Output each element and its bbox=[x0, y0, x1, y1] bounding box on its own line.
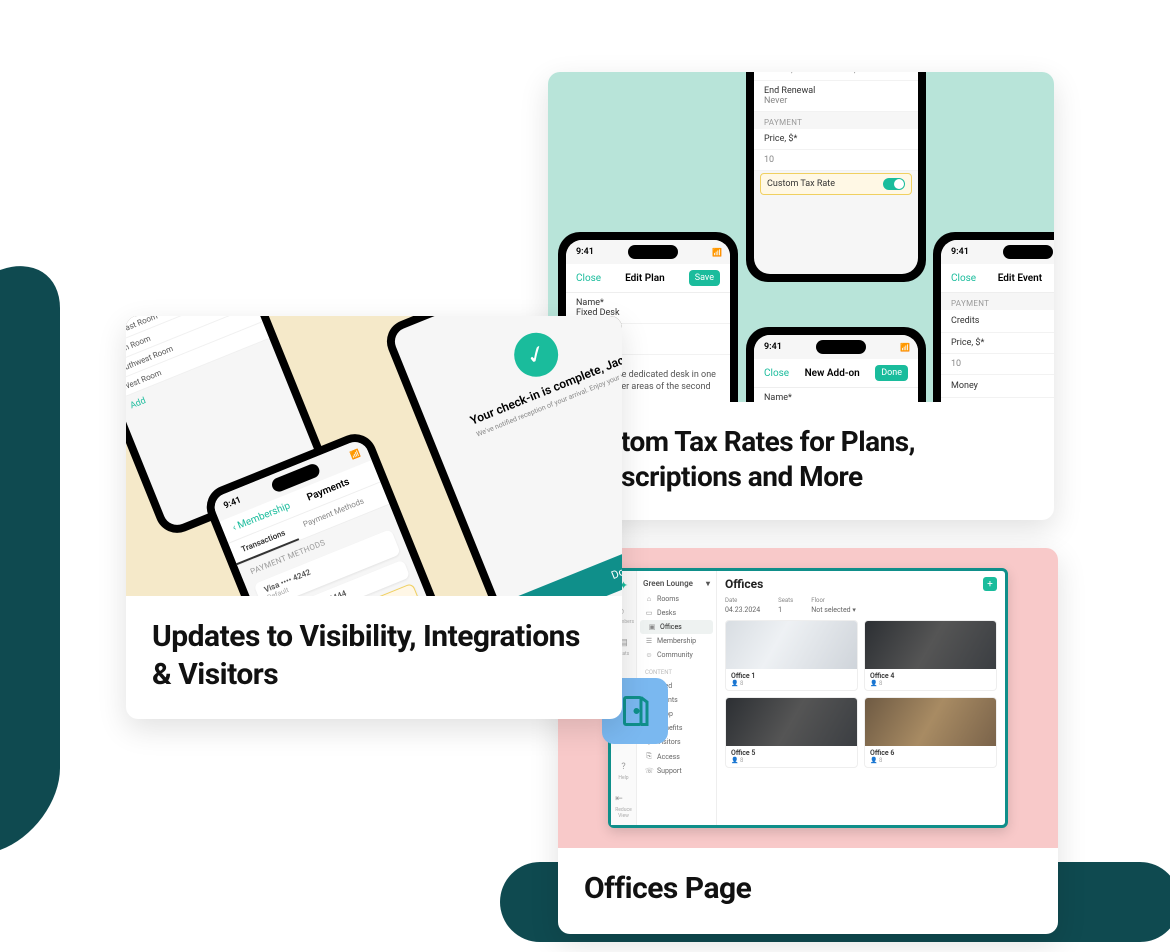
page-heading: Offices bbox=[725, 577, 997, 591]
date-filter[interactable]: 04.23.2024 bbox=[725, 606, 760, 614]
status-icons: 📶 bbox=[349, 449, 360, 460]
bg-shape bbox=[0, 248, 60, 872]
card-title: Updates to Visibility, Integrations & Vi… bbox=[126, 596, 622, 719]
notch-icon bbox=[628, 245, 678, 259]
nav-rooms[interactable]: ⌂Rooms bbox=[637, 592, 716, 606]
section: PAYMENT bbox=[941, 293, 1054, 310]
nav-desks[interactable]: ▭Desks bbox=[637, 606, 716, 620]
screen-title: New Add-on bbox=[805, 368, 860, 379]
dashboard-mock: ✦ ☺Members ▤Stats 🔔Notifications ?Help ⇤… bbox=[608, 568, 1008, 828]
card-preview: Current Period Feb 20, 2024 – Mar 19, 20… bbox=[548, 72, 1054, 402]
section: PAYMENT bbox=[754, 112, 918, 129]
value: 10 bbox=[764, 155, 908, 165]
label: Name* bbox=[764, 393, 908, 402]
card-title: Offices Page bbox=[558, 848, 1058, 934]
nav-support[interactable]: ☏Support bbox=[637, 764, 716, 778]
status-icons: 📶 bbox=[712, 248, 720, 257]
help-icon[interactable]: ? bbox=[616, 759, 632, 775]
status-icons: 📶 bbox=[900, 343, 908, 352]
workspace-selector[interactable]: Green Lounge▾ bbox=[637, 575, 716, 592]
close-button[interactable]: Close bbox=[576, 273, 601, 284]
label: End Renewal bbox=[764, 86, 908, 96]
nav-access[interactable]: ⎘Access bbox=[637, 749, 716, 764]
label: Custom Tax Rate bbox=[767, 179, 835, 189]
filters: Date04.23.2024 Seats1 FloorNot selected … bbox=[725, 597, 997, 614]
office-card[interactable]: Office 4👤 8 bbox=[864, 620, 997, 691]
card-offices-page[interactable]: ✦ ☺Members ▤Stats 🔔Notifications ?Help ⇤… bbox=[558, 548, 1058, 934]
label: Money bbox=[951, 381, 978, 391]
check-icon: ✓ bbox=[508, 326, 565, 383]
label: Price, $* bbox=[951, 338, 1054, 348]
close-button[interactable]: Close bbox=[764, 368, 789, 379]
floor-filter[interactable]: Not selected ▾ bbox=[811, 606, 856, 614]
office-card[interactable]: Office 5👤 8 bbox=[725, 697, 858, 768]
toggle[interactable] bbox=[883, 178, 905, 190]
value: Never bbox=[764, 96, 908, 106]
done-button[interactable]: Done bbox=[509, 512, 622, 596]
status-time: 9:41 bbox=[764, 342, 782, 352]
status-time: 9:41 bbox=[222, 495, 242, 511]
phone-mock: 9:41 📶 Close Edit Event Save PAYMENT Cre… bbox=[933, 232, 1054, 402]
main-content: + Offices Date04.23.2024 Seats1 FloorNot… bbox=[717, 571, 1005, 825]
office-card[interactable]: Office 1👤 8 bbox=[725, 620, 858, 691]
save-button[interactable]: Save bbox=[689, 270, 720, 286]
value: Feb 20, 2024 – Mar 19, 2024 bbox=[764, 72, 908, 75]
card-preview: ROOMS East Room⚡ 2 · 1 / $ · $15.00 / hr… bbox=[126, 316, 622, 596]
phone-mock: Current Period Feb 20, 2024 – Mar 19, 20… bbox=[746, 72, 926, 282]
screen-title: Edit Event bbox=[998, 273, 1042, 284]
save-button[interactable]: Done bbox=[875, 365, 908, 381]
collapse-icon[interactable]: ⇤ bbox=[611, 791, 627, 807]
notch-icon bbox=[1003, 245, 1053, 259]
label: Name* bbox=[576, 298, 720, 308]
card-title: Custom Tax Rates for Plans, Subscription… bbox=[548, 402, 1054, 520]
card-visibility-integrations[interactable]: ROOMS East Room⚡ 2 · 1 / $ · $15.00 / hr… bbox=[126, 316, 622, 719]
notch-icon bbox=[816, 340, 866, 354]
nav-community[interactable]: ☺Community bbox=[637, 648, 716, 662]
status-time: 9:41 bbox=[576, 247, 594, 257]
nav-membership[interactable]: ☰Membership bbox=[637, 634, 716, 648]
screen-title: Edit Plan bbox=[625, 273, 665, 284]
add-office-button[interactable]: + bbox=[983, 577, 997, 591]
label: Price, $* bbox=[764, 134, 908, 144]
nav-offices[interactable]: ▣Offices bbox=[640, 620, 713, 634]
label: Credits bbox=[951, 316, 979, 326]
close-button[interactable]: Close bbox=[391, 316, 622, 354]
office-card[interactable]: Office 6👤 8 bbox=[864, 697, 997, 768]
card-preview: ✦ ☺Members ▤Stats 🔔Notifications ?Help ⇤… bbox=[558, 548, 1058, 848]
status-time: 9:41 bbox=[951, 247, 969, 257]
value: 10 bbox=[951, 359, 1054, 369]
close-button[interactable]: Close bbox=[951, 273, 976, 284]
seats-filter[interactable]: 1 bbox=[778, 606, 793, 614]
card-custom-tax-rates[interactable]: Current Period Feb 20, 2024 – Mar 19, 20… bbox=[548, 72, 1054, 520]
phone-mock: 9:41 📶 Close New Add-on Done Name* Parki… bbox=[746, 327, 926, 402]
chevron-down-icon: ▾ bbox=[706, 579, 710, 588]
